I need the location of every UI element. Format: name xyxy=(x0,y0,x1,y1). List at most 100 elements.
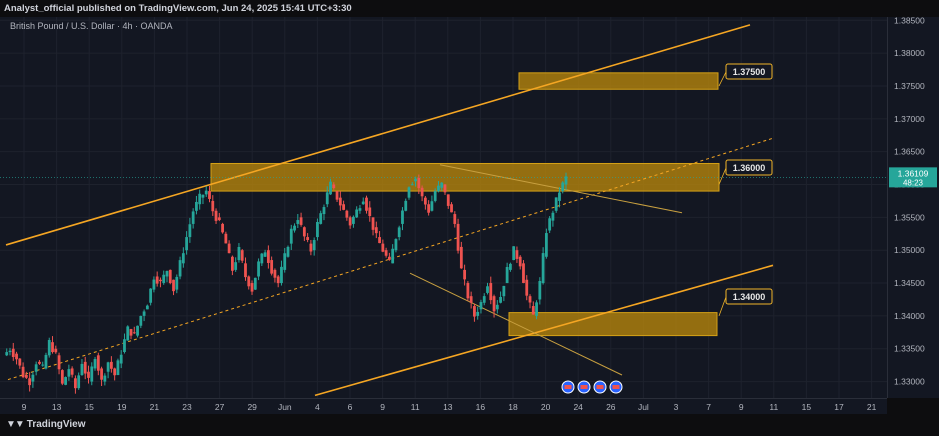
candle xyxy=(198,193,202,205)
candle xyxy=(440,182,444,188)
chart-canvas[interactable]: 1.37500 1.36000 1.34000 xyxy=(0,17,887,398)
candle xyxy=(90,366,94,382)
y-tick-label: 1.37000 xyxy=(894,114,925,124)
candle xyxy=(463,269,467,280)
candle xyxy=(211,200,215,212)
y-tick-label: 1.33000 xyxy=(894,377,925,387)
x-tick-label: 15 xyxy=(84,402,94,412)
candle xyxy=(368,207,372,217)
x-tick-label: 11 xyxy=(411,402,420,412)
candle xyxy=(554,197,558,211)
candle xyxy=(67,369,71,377)
zone-label: 1.34000 xyxy=(733,292,766,302)
candle xyxy=(476,311,480,316)
x-tick-label: 9 xyxy=(380,402,385,412)
chart-frame: Analyst_official published on TradingVie… xyxy=(0,0,939,436)
candle xyxy=(280,266,283,284)
x-tick-label: 21 xyxy=(867,402,877,412)
candle xyxy=(335,191,339,200)
candle xyxy=(64,377,67,385)
candle xyxy=(152,279,156,290)
candle xyxy=(188,224,192,238)
candle xyxy=(365,197,368,211)
tradingview-logo-icon: ▼▼ xyxy=(6,419,25,430)
y-tick-label: 1.37500 xyxy=(894,81,925,91)
candle xyxy=(286,246,290,257)
candle xyxy=(410,184,414,186)
x-tick-label: 16 xyxy=(476,402,486,412)
x-tick-label: 17 xyxy=(834,402,844,412)
candle xyxy=(201,194,205,198)
x-tick-label: 6 xyxy=(348,402,353,412)
candle xyxy=(221,223,224,233)
candle xyxy=(240,250,244,261)
candle xyxy=(109,361,113,369)
tradingview-logo[interactable]: ▼▼ TradingView xyxy=(6,419,86,430)
candle xyxy=(74,378,77,389)
x-tick-label: 13 xyxy=(52,402,62,412)
y-tick-label: 1.36500 xyxy=(894,147,925,157)
candle xyxy=(355,209,359,218)
symbol-title[interactable]: British Pound / U.S. Dollar · 4h · OANDA xyxy=(10,21,173,31)
y-tick-label: 1.34500 xyxy=(894,278,925,288)
candle xyxy=(541,253,545,284)
candle xyxy=(456,223,460,251)
y-tick-label: 1.35000 xyxy=(894,245,925,255)
candle xyxy=(306,237,310,240)
candle xyxy=(522,263,525,283)
time-axis[interactable]: 9 13 15 19 21 23 27 29 Jun 4 6 9 11 13 16 18 20 24 26 Jul 3 7… xyxy=(0,398,887,414)
candle xyxy=(437,185,440,192)
candle xyxy=(123,339,126,353)
x-tick-label: 18 xyxy=(508,402,518,412)
candle xyxy=(505,266,509,284)
candle xyxy=(96,355,100,371)
candle xyxy=(34,364,38,372)
candle xyxy=(302,227,306,237)
candle xyxy=(473,306,476,317)
price-axis[interactable]: 1.385001.380001.375001.370001.365001.360… xyxy=(887,15,939,398)
candle xyxy=(316,222,319,238)
candle xyxy=(54,348,58,353)
chart-plot[interactable]: 1.37500 1.36000 1.34000 xyxy=(0,17,887,398)
candle xyxy=(401,210,404,224)
x-tick-label: 24 xyxy=(573,402,583,412)
candle xyxy=(8,350,12,353)
candle xyxy=(38,361,41,364)
x-tick-label: 4 xyxy=(315,402,320,412)
y-tick-label: 1.38000 xyxy=(894,48,925,58)
x-tick-label: 15 xyxy=(802,402,812,412)
candle xyxy=(28,378,32,386)
candle xyxy=(459,246,463,269)
candle xyxy=(466,283,470,299)
y-tick-label: 1.35500 xyxy=(894,212,925,222)
candle xyxy=(77,375,81,389)
candle xyxy=(538,281,542,300)
candle xyxy=(348,217,352,226)
time-axis-labels: 9 13 15 19 21 23 27 29 Jun 4 6 9 11 13 16 18 20 24 26 Jul 3 7… xyxy=(22,402,877,412)
candle xyxy=(178,260,182,277)
candle xyxy=(195,201,198,211)
candle xyxy=(70,368,74,375)
candle xyxy=(244,263,247,278)
candle xyxy=(165,271,169,277)
x-tick-label: 20 xyxy=(541,402,551,412)
current-price-value: 1.36109 xyxy=(898,168,929,178)
candle xyxy=(558,192,561,201)
candle xyxy=(502,285,506,297)
candle xyxy=(319,213,323,224)
candle xyxy=(309,243,313,252)
candle xyxy=(5,352,9,356)
candle xyxy=(384,250,388,256)
candle xyxy=(204,190,208,195)
candle xyxy=(21,366,25,378)
price-zone xyxy=(518,72,719,90)
candle xyxy=(263,252,267,257)
current-price-countdown: 48:23 xyxy=(903,178,924,187)
x-tick-label: Jul xyxy=(638,402,649,412)
candle xyxy=(162,274,166,284)
candle xyxy=(482,296,486,303)
x-tick-label: 26 xyxy=(606,402,616,412)
candle xyxy=(145,305,149,310)
candle xyxy=(31,374,35,382)
candle xyxy=(528,296,532,303)
